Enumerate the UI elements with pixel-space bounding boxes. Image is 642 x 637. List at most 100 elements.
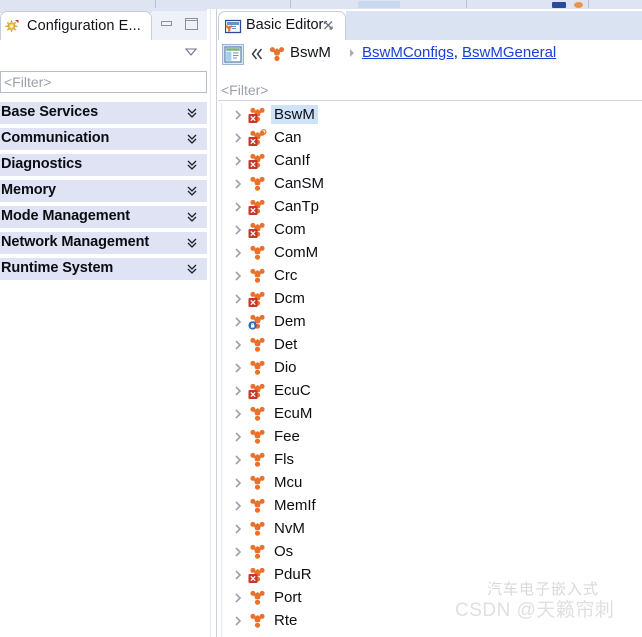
tree-item-ecuc[interactable]: EcuC <box>218 379 642 402</box>
bswm-module-icon <box>268 45 286 63</box>
view-menu-chevron-icon[interactable] <box>183 45 199 57</box>
chevron-right-icon[interactable] <box>232 614 244 628</box>
chevron-right-icon[interactable] <box>232 292 244 306</box>
tree-item-crc[interactable]: Crc <box>218 264 642 287</box>
chevron-right-icon[interactable] <box>232 568 244 582</box>
chevron-right-icon[interactable] <box>232 545 244 559</box>
double-chevron-down-icon[interactable] <box>186 262 198 276</box>
chevron-right-icon[interactable] <box>232 522 244 536</box>
sidebar-item-label: Diagnostics <box>1 156 83 172</box>
chevron-right-icon[interactable] <box>232 453 244 467</box>
chevron-right-icon[interactable] <box>232 591 244 605</box>
tree-item-memif[interactable]: MemIf <box>218 494 642 517</box>
tree-item-fee[interactable]: Fee <box>218 425 642 448</box>
double-chevron-down-icon[interactable] <box>186 132 198 146</box>
chevron-right-icon[interactable] <box>232 407 244 421</box>
left-filter-input[interactable]: <Filter> <box>0 71 207 93</box>
double-chevron-down-icon[interactable] <box>186 158 198 172</box>
tree-item-label: Mcu <box>274 474 303 491</box>
sidebar-item-base-services[interactable]: Base Services <box>0 102 207 124</box>
chevron-right-icon[interactable] <box>232 246 244 260</box>
tree-item-com[interactable]: Com <box>218 218 642 241</box>
tree-item-canif[interactable]: CanIf <box>218 149 642 172</box>
tree-item-dem[interactable]: Dem <box>218 310 642 333</box>
tree-item-port[interactable]: Port <box>218 586 642 609</box>
chevron-right-icon[interactable] <box>232 108 244 122</box>
tree-item-nvm[interactable]: NvM <box>218 517 642 540</box>
module-icon <box>248 612 267 630</box>
tree-item-ecum[interactable]: EcuM <box>218 402 642 425</box>
sidebar-item-network-management[interactable]: Network Management <box>0 232 207 254</box>
chevron-right-icon[interactable] <box>232 338 244 352</box>
layout-view-icon[interactable] <box>222 44 244 65</box>
module-icon <box>248 520 267 538</box>
sidebar-item-label: Mode Management <box>1 208 131 224</box>
tree-item-label: EcuM <box>274 405 313 422</box>
tree-item-dcm[interactable]: Dcm <box>218 287 642 310</box>
double-chevron-down-icon[interactable] <box>186 184 198 198</box>
tree-item-label: CanTp <box>274 198 320 215</box>
chevron-right-icon[interactable] <box>232 315 244 329</box>
module-icon <box>248 428 267 446</box>
maximize-button[interactable] <box>182 17 202 33</box>
basic-editor-view: Basic Editor BswM BswMConfigs, BswMGener… <box>218 9 642 637</box>
tree-item-bswm[interactable]: BswM <box>218 103 642 126</box>
chevron-right-icon[interactable] <box>232 223 244 237</box>
tree-item-pdur[interactable]: PduR <box>218 563 642 586</box>
sidebar-item-memory[interactable]: Memory <box>0 180 207 202</box>
tab-label: Configuration E... <box>27 18 141 34</box>
module-tree[interactable]: BswM Can CanIf CanSM CanTp Com ComM Crc Dcm Dem De… <box>218 103 642 637</box>
tree-item-os[interactable]: Os <box>218 540 642 563</box>
breadcrumb-link-bswmgeneral[interactable]: BswMGeneral <box>462 44 556 61</box>
double-chevron-down-icon[interactable] <box>186 106 198 120</box>
minimize-button[interactable] <box>158 17 178 33</box>
chevron-right-icon[interactable] <box>232 430 244 444</box>
sidebar-item-diagnostics[interactable]: Diagnostics <box>0 154 207 176</box>
tree-item-cantp[interactable]: CanTp <box>218 195 642 218</box>
chevron-right-icon[interactable] <box>232 384 244 398</box>
tree-item-label: Dem <box>274 313 306 330</box>
tree-item-cansm[interactable]: CanSM <box>218 172 642 195</box>
close-icon[interactable] <box>322 19 335 32</box>
chevron-right-icon[interactable] <box>232 131 244 145</box>
breadcrumb-link-bswmconfigs[interactable]: BswMConfigs <box>362 44 454 61</box>
chevron-right-icon[interactable] <box>232 269 244 283</box>
module-icon <box>248 543 267 561</box>
editor-tab-row: Basic Editor <box>218 9 642 40</box>
double-left-arrow-icon[interactable] <box>250 46 264 62</box>
tree-item-label: PduR <box>274 566 312 583</box>
chevron-right-icon[interactable] <box>232 476 244 490</box>
chevron-right-icon[interactable] <box>232 154 244 168</box>
tree-item-can[interactable]: Can <box>218 126 642 149</box>
left-tab-row: Configuration E... <box>0 9 207 40</box>
tree-item-comm[interactable]: ComM <box>218 241 642 264</box>
tree-item-label: Crc <box>274 267 298 284</box>
module-icon-error <box>248 106 267 124</box>
tab-configuration-editor[interactable]: Configuration E... <box>0 11 152 40</box>
module-icon <box>248 359 267 377</box>
tree-item-label: Os <box>274 543 294 560</box>
panel-sash[interactable] <box>207 9 218 637</box>
chevron-right-icon[interactable] <box>232 200 244 214</box>
module-icon <box>248 267 267 285</box>
sidebar-item-runtime-system[interactable]: Runtime System <box>0 258 207 280</box>
tree-item-mcu[interactable]: Mcu <box>218 471 642 494</box>
sidebar-item-mode-management[interactable]: Mode Management <box>0 206 207 228</box>
double-chevron-down-icon[interactable] <box>186 236 198 250</box>
chevron-right-icon[interactable] <box>232 499 244 513</box>
chevron-right-icon[interactable] <box>232 177 244 191</box>
double-chevron-down-icon[interactable] <box>186 210 198 224</box>
sidebar-item-label: Memory <box>1 182 56 198</box>
tree-item-rte[interactable]: Rte <box>218 609 642 632</box>
module-icon-error <box>248 152 267 170</box>
tree-item-det[interactable]: Det <box>218 333 642 356</box>
tree-item-label: Fee <box>274 428 300 445</box>
chevron-right-icon[interactable] <box>232 361 244 375</box>
tree-filter-input[interactable]: <Filter> <box>218 79 642 101</box>
tab-basic-editor[interactable]: Basic Editor <box>218 11 346 40</box>
sidebar-item-communication[interactable]: Communication <box>0 128 207 150</box>
breadcrumb-module-name[interactable]: BswM <box>290 44 331 61</box>
tree-item-dio[interactable]: Dio <box>218 356 642 379</box>
tree-item-fls[interactable]: Fls <box>218 448 642 471</box>
tree-item-label: EcuC <box>274 382 311 399</box>
